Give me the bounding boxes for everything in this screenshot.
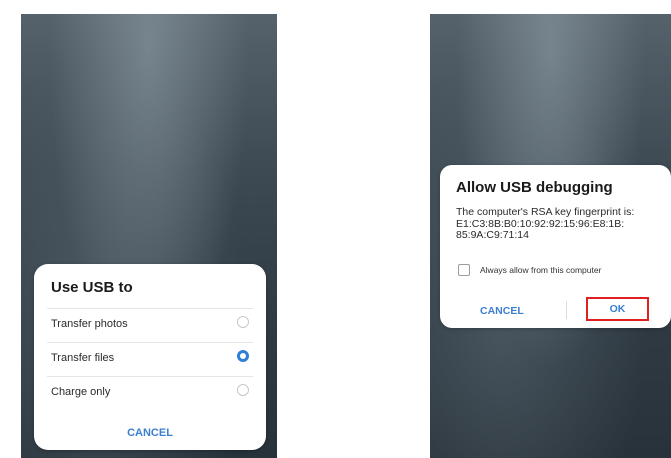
phone-screen-right: Allow USB debugging The computer's RSA k…: [430, 14, 671, 458]
button-divider: [566, 301, 567, 319]
option-label: Transfer files: [51, 352, 115, 364]
ok-button[interactable]: OK: [586, 297, 649, 321]
option-label: Transfer photos: [51, 318, 128, 330]
option-charge-only[interactable]: Charge only: [47, 376, 253, 407]
phone-screen-left: Use USB to Transfer photos Transfer file…: [21, 14, 277, 458]
radio-button[interactable]: [237, 384, 249, 396]
dialog-title: Use USB to: [51, 279, 133, 296]
radio-button-selected[interactable]: [237, 350, 249, 362]
cancel-button[interactable]: CANCEL: [480, 305, 524, 317]
always-allow-label[interactable]: Always allow from this computer: [480, 265, 601, 275]
usb-mode-dialog: Use USB to Transfer photos Transfer file…: [34, 264, 266, 450]
option-label: Charge only: [51, 386, 111, 398]
rsa-fingerprint-message: The computer's RSA key fingerprint is: E…: [456, 206, 666, 242]
usb-debugging-dialog: Allow USB debugging The computer's RSA k…: [440, 165, 671, 328]
option-transfer-files[interactable]: Transfer files: [47, 342, 253, 373]
message-line: The computer's RSA key fingerprint is:: [456, 206, 635, 218]
dialog-title: Allow USB debugging: [456, 179, 613, 196]
cancel-button[interactable]: CANCEL: [34, 427, 266, 439]
radio-button[interactable]: [237, 316, 249, 328]
option-transfer-photos[interactable]: Transfer photos: [47, 308, 253, 339]
message-line: 85:9A:C9:71:14: [456, 229, 529, 241]
always-allow-checkbox[interactable]: [458, 264, 470, 276]
